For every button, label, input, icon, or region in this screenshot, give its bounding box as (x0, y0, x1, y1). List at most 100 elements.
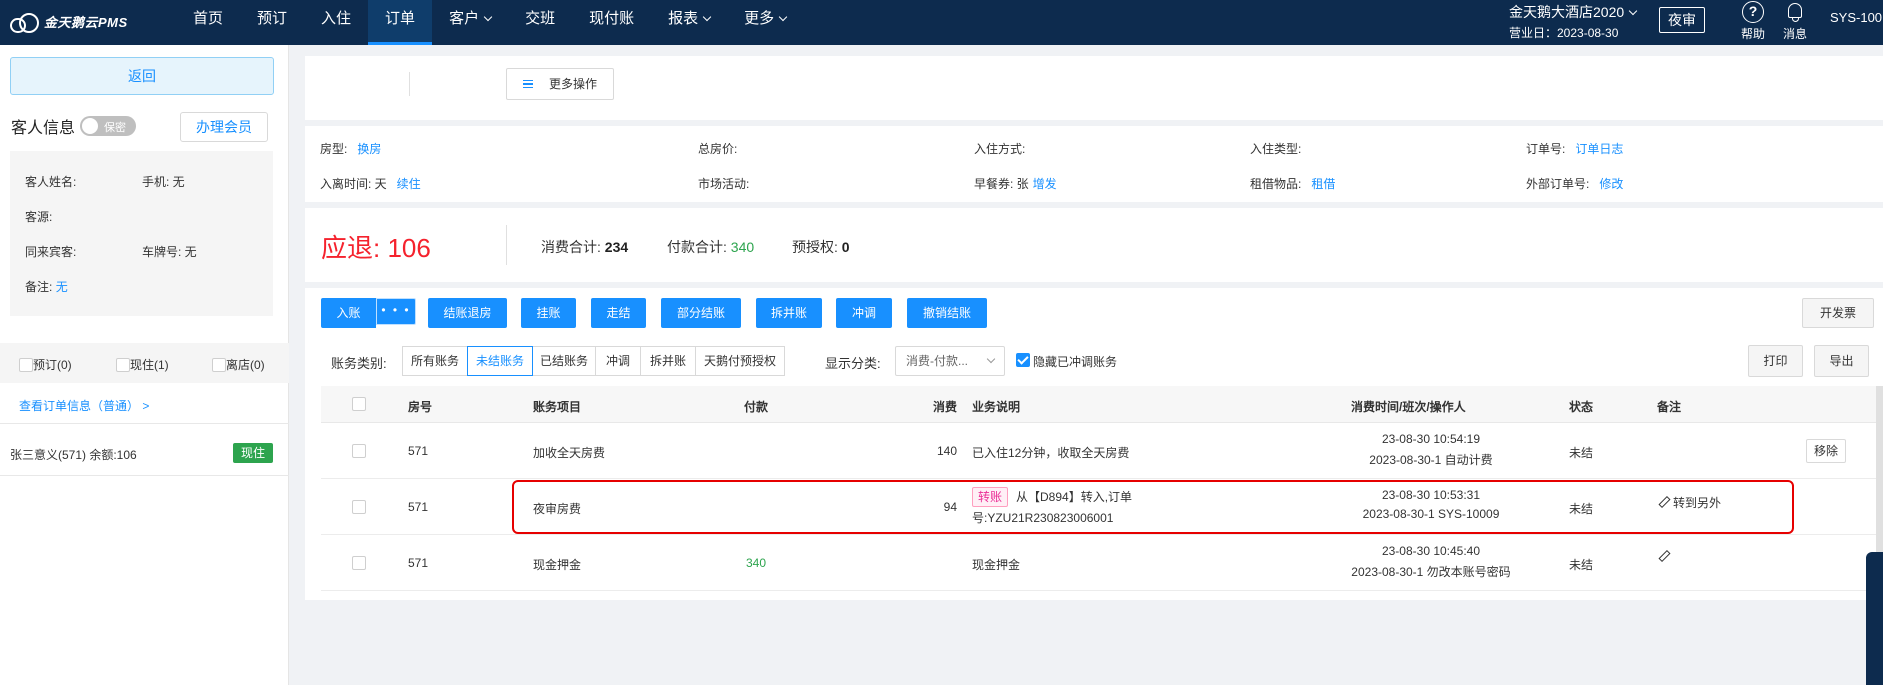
tab-reserved[interactable]: 预订(0) (19, 356, 72, 373)
checkin-type-label: 入住类型: (1250, 142, 1302, 156)
top-navbar: 金天鹅云PMS 首页 预订 入住 订单 客户 交班 现付账 报表 更多 金天鹅大… (0, 0, 1883, 45)
filter-unsettled[interactable]: 未结账务 (467, 346, 533, 376)
export-button[interactable]: 导出 (1814, 345, 1869, 377)
nav-more[interactable]: 更多 (727, 0, 803, 45)
filter-all[interactable]: 所有账务 (402, 346, 468, 376)
change-room-link[interactable]: 换房 (357, 142, 381, 156)
row-checkbox[interactable] (352, 500, 366, 514)
bell-icon (1788, 3, 1802, 22)
back-button[interactable]: 返回 (10, 57, 274, 95)
refund-label: 应退: (321, 233, 381, 263)
checkout-button[interactable]: 结账退房 (428, 298, 507, 328)
preauth-total: 预授权: 0 (792, 237, 850, 257)
remark-field: 备注: 无 (25, 278, 68, 295)
member-button[interactable]: 办理会员 (180, 112, 268, 142)
checkbox[interactable] (19, 357, 33, 372)
nav-cash-account[interactable]: 现付账 (572, 0, 651, 45)
hang-account-button[interactable]: 挂账 (521, 298, 576, 328)
post-button[interactable]: 入账 (321, 298, 376, 328)
brand-name: 金天鹅云PMS (44, 14, 128, 30)
floating-side-widget[interactable] (1866, 552, 1883, 685)
reverse-button[interactable]: 冲调 (836, 298, 892, 328)
print-button[interactable]: 打印 (1748, 345, 1803, 377)
privacy-toggle[interactable]: 保密 (80, 116, 136, 136)
tab-label: 离店(0) (226, 358, 265, 372)
cell-status: 未结 (1569, 558, 1594, 572)
external-order-label: 外部订单号: (1526, 177, 1590, 191)
status-badge: 现住 (233, 443, 273, 463)
chevron-down-icon (483, 12, 493, 22)
preauth-value: 0 (841, 239, 850, 255)
cell-description: 现金押金 (972, 558, 1021, 572)
table-row[interactable]: 571 现金押金 340 现金押金 23-08-30 10:45:40 2023… (321, 535, 1883, 591)
nav-checkin[interactable]: 入住 (304, 0, 368, 45)
chevron-down-icon (986, 354, 996, 364)
total-price-label: 总房价: (698, 142, 738, 156)
category-label: 账务类别: (331, 356, 387, 371)
tab-departed[interactable]: 离店(0) (212, 356, 265, 373)
breakfast-field: 早餐券: 张增发 (974, 175, 1057, 192)
col-room: 房号 (408, 400, 433, 414)
plate-number: 车牌号: 无 (142, 245, 197, 259)
guest-phone: 手机: 无 (142, 175, 185, 189)
order-log-link[interactable]: 订单日志 (1575, 142, 1623, 156)
external-order-field: 外部订单号: 修改 (1526, 175, 1623, 192)
hotel-selector[interactable]: 金天鹅大酒店2020 营业日：2023-08-30 (1509, 2, 1638, 41)
filter-split-merge[interactable]: 拆并账 (640, 346, 696, 376)
guest-info-title: 客人信息 (11, 120, 76, 137)
remark-value-link[interactable]: 无 (56, 280, 68, 294)
view-order-info-link[interactable]: 查看订单信息（普通） > (19, 397, 149, 414)
display-category-value: 消费-付款... (906, 354, 968, 368)
room-type-field: 房型: 换房 (320, 140, 381, 157)
nav-customers[interactable]: 客户 (432, 0, 508, 45)
filter-reversed[interactable]: 冲调 (595, 346, 641, 376)
help-button[interactable]: ? 帮助 (1738, 0, 1768, 42)
nav-orders[interactable]: 订单 (368, 0, 433, 45)
table-row[interactable]: 571 加收全天房费 140 已入住12分钟，收取全天房费 23-08-30 1… (321, 423, 1883, 479)
nav-reservation[interactable]: 预订 (240, 0, 304, 45)
cancel-checkout-button[interactable]: 撤销结账 (907, 298, 987, 328)
checkbox[interactable] (116, 357, 130, 372)
checkbox[interactable] (212, 357, 226, 372)
select-all-checkbox[interactable] (352, 397, 366, 411)
privacy-toggle-label: 保密 (104, 122, 126, 134)
resident-entry[interactable]: 张三意义(571) 余额:106 (10, 446, 137, 463)
display-category-select[interactable]: 消费-付款... (895, 346, 1005, 376)
invoice-button[interactable]: 开发票 (1802, 298, 1874, 328)
split-merge-button[interactable]: 拆并账 (756, 298, 822, 328)
extend-stay-link[interactable]: 续住 (397, 177, 421, 191)
cell-time: 23-08-30 10:45:40 (1381, 544, 1481, 558)
logo[interactable]: 金天鹅云PMS (10, 10, 128, 33)
user-menu[interactable]: SYS-100 (1830, 10, 1882, 25)
night-audit-button[interactable]: 夜审 (1659, 7, 1705, 33)
filter-settled[interactable]: 已结账务 (532, 346, 596, 376)
more-operations-button[interactable]: 更多操作 (506, 68, 614, 100)
cell-consume: 140 (936, 444, 957, 458)
more-actions-button[interactable]: • • • (376, 298, 416, 325)
nav-shift[interactable]: 交班 (508, 0, 572, 45)
hide-reversed-checkbox[interactable] (1016, 353, 1030, 367)
companions-label: 同来宾客: (25, 245, 77, 259)
display-category-label: 显示分类: (825, 356, 881, 371)
list-icon (523, 80, 533, 88)
guest-details: 客人姓名: 手机: 无 客源: 同来宾客: 车牌号: 无 备注: 无 (10, 151, 273, 316)
nav-home[interactable]: 首页 (176, 0, 240, 45)
tab-in-house[interactable]: 现住(1) (116, 356, 169, 373)
filter-preauth[interactable]: 天鹅付预授权 (695, 346, 785, 376)
remove-button[interactable]: 移除 (1806, 439, 1846, 463)
row-checkbox[interactable] (352, 444, 366, 458)
nav-reports[interactable]: 报表 (651, 0, 727, 45)
cell-remark[interactable] (1659, 550, 1673, 564)
cell-shift-operator: 2023-08-30-1 勿改本账号密码 (1351, 565, 1511, 579)
stay-time-label: 入离时间: 天 (320, 177, 387, 191)
tab-label: 预订(0) (33, 358, 72, 372)
modify-link[interactable]: 修改 (1599, 177, 1623, 191)
issue-breakfast-link[interactable]: 增发 (1033, 177, 1057, 191)
cell-shift-operator: 2023-08-30-1 自动计费 (1369, 453, 1493, 467)
messages-button[interactable]: 消息 (1780, 0, 1810, 42)
consume-total: 消费合计: 234 (541, 237, 628, 257)
row-checkbox[interactable] (352, 556, 366, 570)
partial-checkout-button[interactable]: 部分结账 (661, 298, 741, 328)
walk-checkout-button[interactable]: 走结 (591, 298, 646, 328)
rent-item-link[interactable]: 租借 (1311, 177, 1335, 191)
